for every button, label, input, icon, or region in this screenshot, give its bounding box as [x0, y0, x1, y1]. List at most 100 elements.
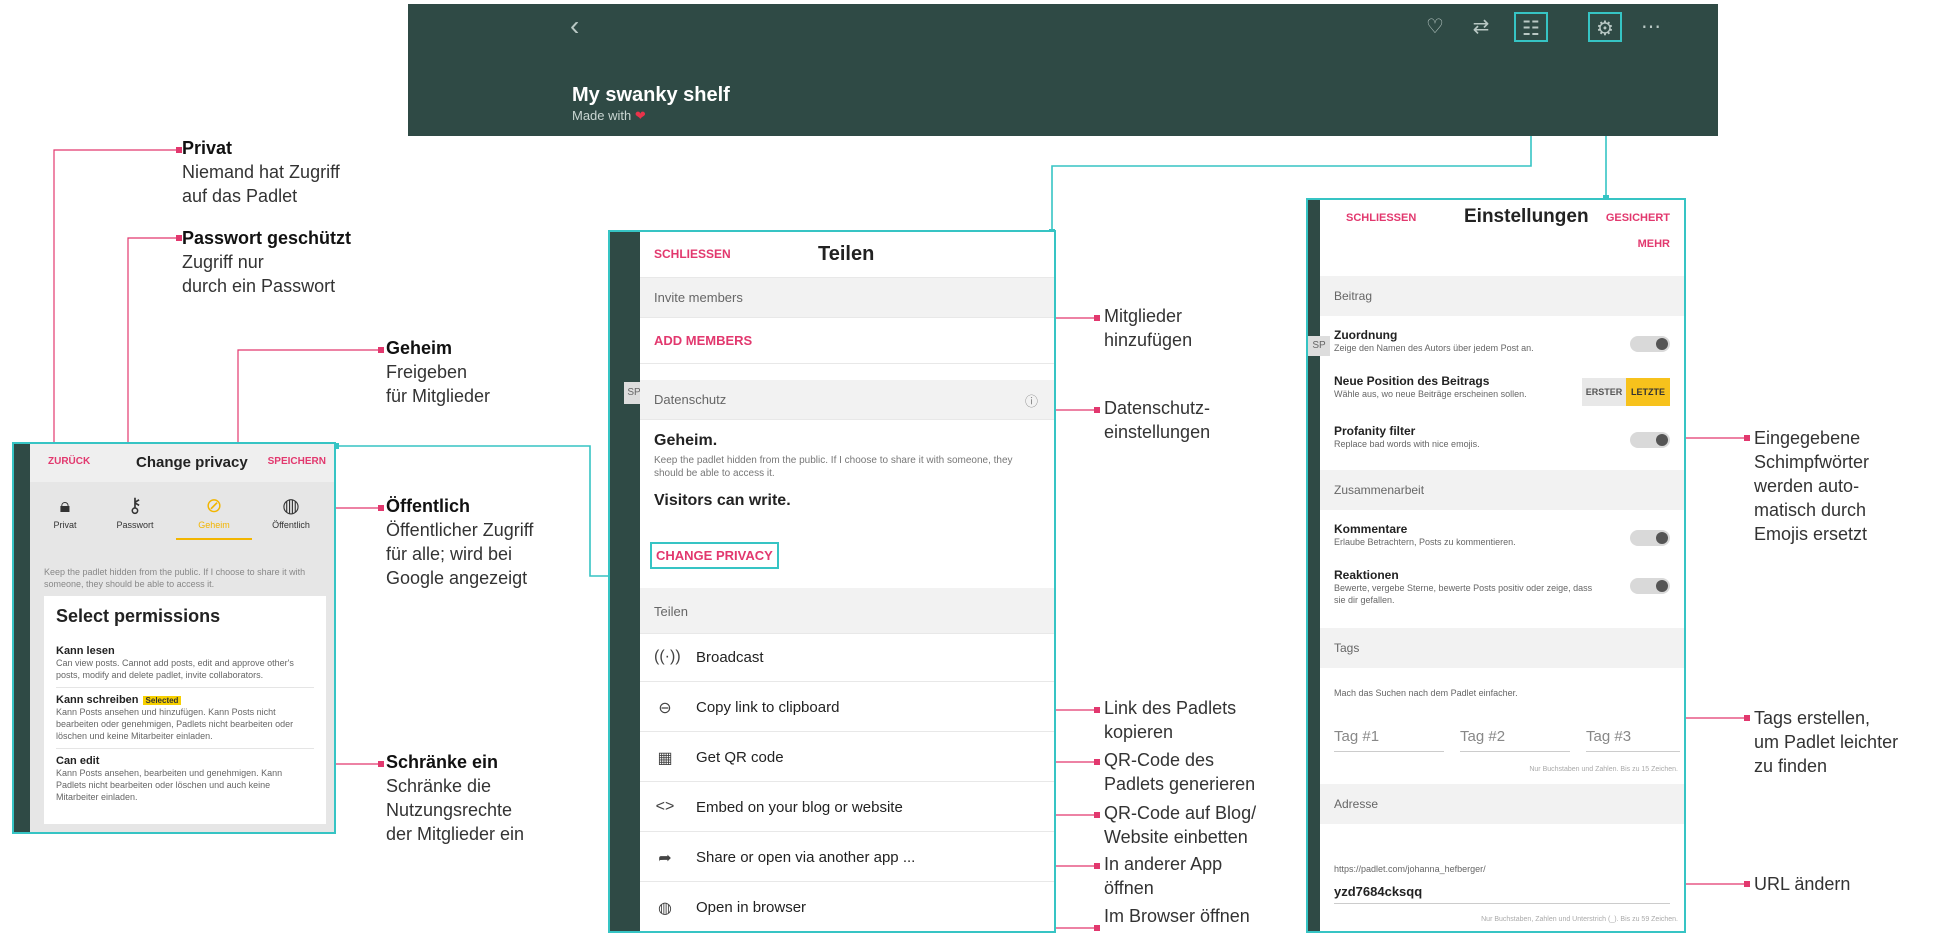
- settings-panel: SP SCHLIESSEN Einstellungen GESICHERT ME…: [1306, 198, 1686, 933]
- selected-badge: Selected: [142, 696, 182, 705]
- annotation-schraenke-ein: Schränke ein Schränke die Nutzungsrechte…: [386, 752, 525, 844]
- share-panel-title: Teilen: [818, 243, 875, 265]
- privacy-option-passwort[interactable]: ⚷ Passwort: [100, 492, 170, 530]
- broadcast-item[interactable]: ((·)) Broadcast: [640, 634, 1054, 682]
- reactions-setting: Reaktionen Bewerte, vergebe Sterne, bewe…: [1334, 568, 1593, 605]
- share-members-icon[interactable]: ☷: [1514, 12, 1548, 42]
- page-subtitle: Made with ❤: [572, 108, 646, 123]
- change-privacy-panel: ZURÜCK Change privacy SPEICHERN 🔒︎ Priva…: [12, 442, 336, 834]
- share-section-header: Teilen: [640, 588, 1054, 634]
- privacy-options: 🔒︎ Privat ⚷ Passwort ⊘ Geheim ◍ Öffentli…: [30, 492, 334, 562]
- position-first-option[interactable]: ERSTER: [1582, 378, 1626, 406]
- add-members-row: ADD MEMBERS: [640, 318, 1054, 364]
- panel-backdrop: [1308, 200, 1320, 931]
- privacy-name: Geheim.: [654, 432, 718, 449]
- share-app-item[interactable]: ➦ Share or open via another app ...: [640, 834, 1054, 882]
- visitors-permission: Visitors can write.: [654, 492, 791, 509]
- lock-icon: 🔒︎: [59, 495, 71, 517]
- profanity-setting: Profanity filter Replace bad words with …: [1334, 424, 1480, 449]
- padlet-header: ‹ ♡ ⇄ ☷ ⚙ ⋯ My swanky shelf Made with ❤: [408, 4, 1718, 136]
- tags-description: Mach das Suchen nach dem Padlet einfache…: [1334, 688, 1518, 698]
- permissions-title: Select permissions: [56, 606, 221, 626]
- add-members-button[interactable]: ADD MEMBERS: [654, 333, 752, 348]
- post-position-selector[interactable]: ERSTER LETZTE: [1582, 378, 1670, 406]
- annotation-privat: Privat Niemand hat Zugriff auf das Padle…: [182, 138, 340, 206]
- permission-option[interactable]: Kann schreiben Selected Kann Posts ansehe…: [56, 688, 314, 749]
- open-browser-item[interactable]: ◍ Open in browser: [640, 884, 1054, 931]
- settings-header: SCHLIESSEN Einstellungen GESICHERT MEHR: [1320, 200, 1684, 272]
- privacy-option-privat[interactable]: 🔒︎ Privat: [30, 492, 100, 530]
- chevron-left-icon[interactable]: ‹: [570, 12, 579, 40]
- tags-hint: Nur Buchstaben und Zahlen. Bis zu 15 Zei…: [1529, 766, 1678, 773]
- privacy-panel-title: Change privacy: [136, 454, 248, 471]
- heart-icon[interactable]: ♡: [1418, 12, 1452, 42]
- close-button[interactable]: SCHLIESSEN: [1346, 212, 1416, 224]
- tag-input-2[interactable]: Tag #2: [1460, 728, 1570, 752]
- collab-section-header: Zusammenarbeit: [1320, 470, 1684, 510]
- annotation-url: URL ändern: [1754, 874, 1851, 894]
- comments-toggle[interactable]: [1630, 530, 1670, 546]
- copy-link-item[interactable]: ⊖ Copy link to clipboard: [640, 684, 1054, 732]
- embed-item[interactable]: <> Embed on your blog or website: [640, 784, 1054, 832]
- annotation-passwort: Passwort geschützt Zugriff nur durch ein…: [182, 228, 352, 296]
- annotation-mitglieder: Mitglieder hinzufügen: [1104, 306, 1193, 350]
- share-panel-header: SCHLIESSEN Teilen: [640, 232, 1054, 278]
- annotation-geheim: Geheim Freigeben für Mitglieder: [386, 338, 491, 406]
- code-icon: <>: [655, 798, 675, 815]
- address-hint: Nur Buchstaben, Zahlen und Unterstrich (…: [1481, 916, 1678, 923]
- more-icon[interactable]: ⋯: [1634, 12, 1668, 42]
- tags-section-header: Tags: [1320, 628, 1684, 668]
- panel-backdrop: [610, 232, 640, 931]
- permission-option[interactable]: Kann lesen Can view posts. Cannot add po…: [56, 639, 314, 688]
- annotation-profanity: Eingegebene Schimpfwörter werden auto- m…: [1754, 428, 1870, 544]
- saved-status: GESICHERT: [1605, 212, 1670, 224]
- annotation-tags: Tags erstellen, um Padlet leichter zu fi…: [1754, 708, 1899, 776]
- heart-emoji-icon: ❤: [634, 108, 646, 123]
- close-button[interactable]: SCHLIESSEN: [654, 247, 731, 261]
- attribution-setting: Zuordnung Zeige den Namen des Autors übe…: [1334, 328, 1534, 353]
- profanity-toggle[interactable]: [1630, 432, 1670, 448]
- more-button[interactable]: MEHR: [1638, 238, 1670, 250]
- page-title: My swanky shelf: [572, 84, 730, 106]
- invite-section-header: Invite members: [640, 278, 1054, 318]
- tag-input-3[interactable]: Tag #3: [1586, 728, 1680, 752]
- back-button[interactable]: ZURÜCK: [48, 456, 90, 467]
- link-icon: ⊖: [658, 700, 672, 717]
- settings-title: Einstellungen: [1464, 206, 1589, 227]
- privacy-desc: Keep the padlet hidden from the public. …: [654, 455, 1013, 479]
- annotation-app: In anderer App öffnen: [1104, 854, 1223, 898]
- qr-code-icon: ▦: [657, 750, 673, 767]
- comments-setting: Kommentare Erlaube Betrachtern, Posts zu…: [1334, 522, 1516, 547]
- annotation-oeffentlich: Öffentlich Öffentlicher Zugriff für alle…: [386, 496, 534, 588]
- privacy-panel-header: ZURÜCK Change privacy SPEICHERN: [30, 444, 334, 482]
- privacy-option-oeffentlich[interactable]: ◍ Öffentlich: [256, 492, 326, 530]
- address-prefix: https://padlet.com/johanna_hefberger/: [1334, 864, 1486, 874]
- tag-input-1[interactable]: Tag #1: [1334, 728, 1444, 752]
- annotation-qr: QR-Code des Padlets generieren: [1104, 750, 1256, 794]
- share-panel: SP SCHLIESSEN Teilen Invite members ADD …: [608, 230, 1056, 933]
- permissions-card: Select permissions Kann lesen Can view p…: [44, 596, 326, 824]
- annotation-link: Link des Padlets kopieren: [1104, 698, 1237, 742]
- address-input[interactable]: yzd7684cksqq: [1334, 884, 1670, 904]
- privacy-option-geheim[interactable]: ⊘ Geheim: [176, 492, 252, 540]
- change-privacy-button[interactable]: CHANGE PRIVACY: [650, 542, 779, 569]
- globe-icon: ◍: [282, 495, 300, 517]
- remix-icon[interactable]: ⇄: [1464, 12, 1498, 42]
- qr-code-item[interactable]: ▦ Get QR code: [640, 734, 1054, 782]
- annotation-browser: Im Browser öffnen: [1104, 906, 1250, 926]
- permission-option[interactable]: Can edit Kann Posts ansehen, bearbeiten …: [56, 749, 314, 809]
- globe-icon: ◍: [658, 900, 672, 917]
- gear-icon[interactable]: ⚙: [1588, 12, 1622, 42]
- address-section-header: Adresse: [1320, 784, 1684, 824]
- eye-off-icon: ⊘: [205, 495, 223, 517]
- help-icon[interactable]: ⓘ: [1025, 391, 1038, 410]
- position-last-option[interactable]: LETZTE: [1626, 378, 1670, 406]
- change-privacy-row: CHANGE PRIVACY: [640, 542, 1054, 576]
- post-section-header: Beitrag: [1320, 276, 1684, 316]
- privacy-summary: Geheim. Keep the padlet hidden from the …: [640, 420, 1054, 530]
- reactions-toggle[interactable]: [1630, 578, 1670, 594]
- panel-backdrop: [14, 444, 30, 832]
- annotation-datenschutz: Datenschutz- einstellungen: [1104, 398, 1211, 442]
- save-button[interactable]: SPEICHERN: [268, 456, 326, 467]
- attribution-toggle[interactable]: [1630, 336, 1670, 352]
